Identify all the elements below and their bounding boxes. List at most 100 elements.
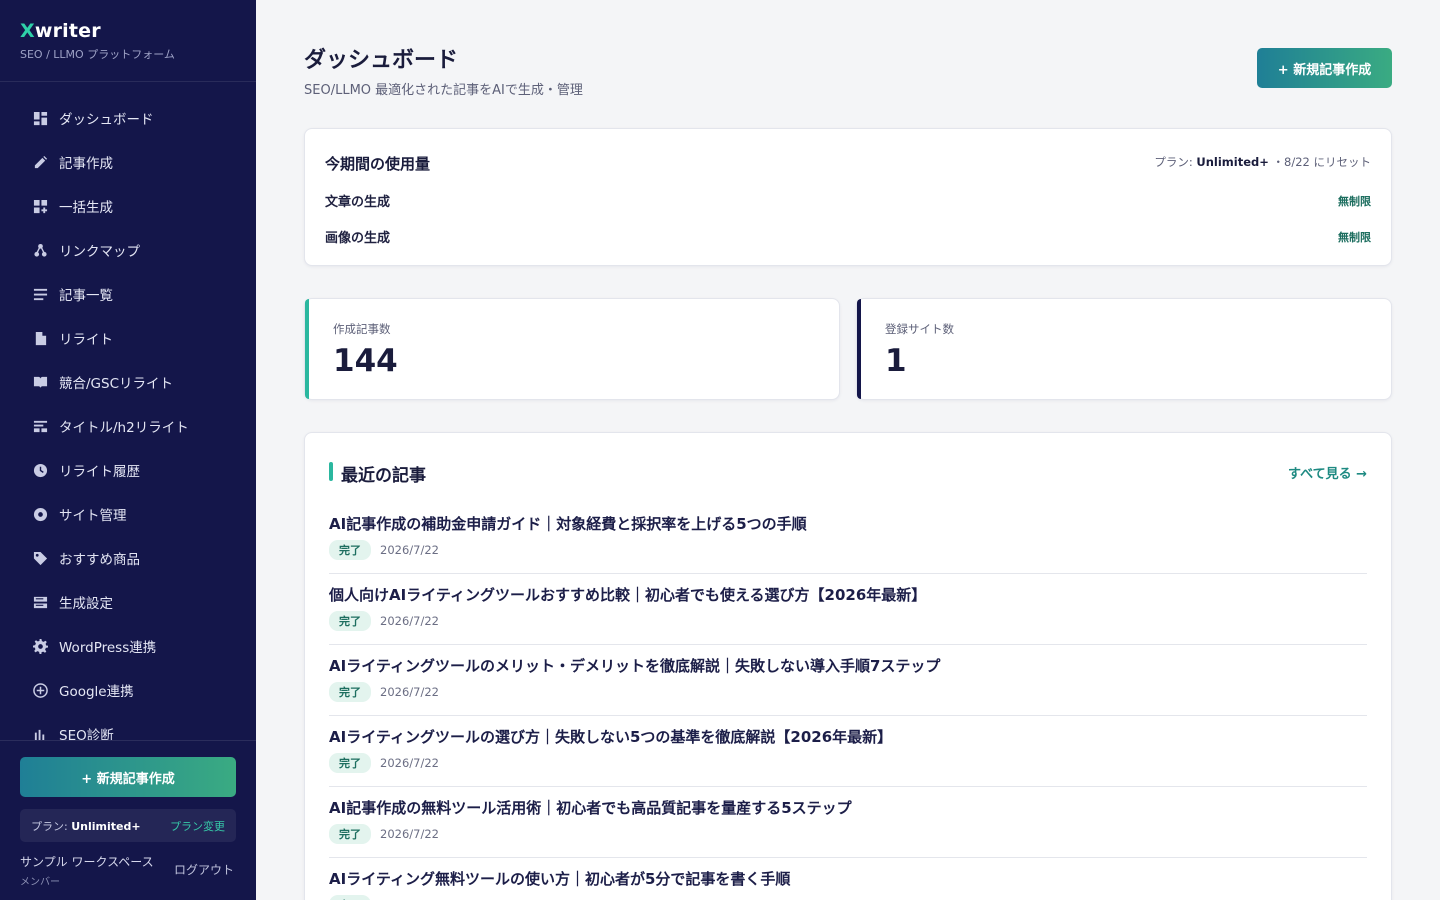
article-meta: 完了2026/7/22 xyxy=(329,611,439,631)
brand-divider xyxy=(0,81,256,82)
plan-box: プラン: Unlimited+ プラン変更 xyxy=(20,809,236,842)
sidebar-item-label: タイトル/h2リライト xyxy=(59,420,189,436)
brand-name-prefix: X xyxy=(20,20,35,42)
article-title[interactable]: 個人向けAIライティングツールおすすめ比較｜初心者でも使える選び方【2026年最… xyxy=(329,584,926,605)
article-title[interactable]: AIライティングツールのメリット・デメリットを徹底解説｜失敗しない導入手順7ステ… xyxy=(329,655,940,676)
list-icon xyxy=(33,287,48,302)
sidebar-item-document[interactable]: リライト xyxy=(20,316,240,360)
usage-plan-info: プラン: Unlimited+ ・8/22 にリセット xyxy=(1154,154,1371,170)
logout-button[interactable]: ログアウト xyxy=(174,861,234,878)
brand-name: Xwriter xyxy=(20,20,175,42)
new-article-button[interactable]: + 新規記事作成 xyxy=(1257,48,1392,88)
brand-subtitle: SEO / LLMO プラットフォーム xyxy=(20,48,175,61)
sidebar-item-link-map[interactable]: リンクマップ xyxy=(20,228,240,272)
document-icon xyxy=(33,331,48,346)
status-badge: 完了 xyxy=(329,611,371,631)
status-badge: 完了 xyxy=(329,895,371,900)
plan-name: Unlimited+ xyxy=(71,819,141,833)
stat-value: 1 xyxy=(885,343,907,379)
sidebar-item-clock[interactable]: リライト履歴 xyxy=(20,448,240,492)
plan-info: プラン: Unlimited+ xyxy=(31,818,141,834)
sidebar-new-article-button[interactable]: + 新規記事作成 xyxy=(20,757,236,797)
article-date: 2026/7/22 xyxy=(380,543,439,557)
article-row[interactable]: AIライティングツールの選び方｜失敗しない5つの基準を徹底解説【2026年最新】… xyxy=(329,716,1367,787)
usage-title: 今期間の使用量 xyxy=(325,155,431,173)
status-badge: 完了 xyxy=(329,753,371,773)
book-icon xyxy=(33,375,48,390)
recent-articles-card: 最近の記事 すべて見る → AI記事作成の補助金申請ガイド｜対象経費と採択率を上… xyxy=(304,432,1392,900)
sidebar-item-book[interactable]: 競合/GSCリライト xyxy=(20,360,240,404)
page-title: ダッシュボード xyxy=(304,48,459,73)
plus-circle-icon xyxy=(33,682,48,698)
sidebar-item-label: ダッシュボード xyxy=(59,112,154,128)
article-meta: 完了2026/7/22 xyxy=(329,895,439,900)
article-row[interactable]: AI記事作成の無料ツール活用術｜初心者でも高品質記事を量産する5ステップ 完了 20… xyxy=(329,787,1367,858)
article-title[interactable]: AI記事作成の補助金申請ガイド｜対象経費と採択率を上げる5つの手順 xyxy=(329,513,807,534)
article-date: 2026/7/22 xyxy=(380,827,439,841)
sidebar-item-gear[interactable]: WordPress連携 xyxy=(20,624,240,668)
sidebar-item-label: 生成設定 xyxy=(59,596,113,612)
article-title[interactable]: AI記事作成の無料ツール活用術｜初心者でも高品質記事を量産する5ステップ xyxy=(329,797,852,818)
grid-add-icon xyxy=(33,199,48,214)
link-map-icon xyxy=(33,243,48,258)
article-title[interactable]: AIライティング無料ツールの使い方｜初心者が5分で記事を書く手順 xyxy=(329,868,790,889)
sidebar-item-globe[interactable]: サイト管理 xyxy=(20,492,240,536)
globe-icon xyxy=(33,507,48,522)
usage-label: 文章の生成 xyxy=(325,195,391,210)
sidebar-item-label: リライト履歴 xyxy=(59,464,140,480)
sidebar-item-pencil[interactable]: 記事作成 xyxy=(20,140,240,184)
article-meta: 完了 2026/7/22 xyxy=(329,824,439,844)
article-title[interactable]: AIライティングツールの選び方｜失敗しない5つの基準を徹底解説【2026年最新】 xyxy=(329,726,892,747)
sidebar-item-list[interactable]: 記事一覧 xyxy=(20,272,240,316)
pencil-icon xyxy=(33,155,48,170)
sidebar-item-label: 競合/GSCリライト xyxy=(59,376,174,392)
article-row[interactable]: AI記事作成の補助金申請ガイド｜対象経費と採択率を上げる5つの手順 完了 2026/… xyxy=(329,503,1367,574)
article-row[interactable]: AIライティングツールのメリット・デメリットを徹底解説｜失敗しない導入手順7ステ… xyxy=(329,645,1367,716)
article-date: 2026/7/22 xyxy=(380,756,439,770)
tag-icon xyxy=(33,551,48,566)
sidebar-item-tag[interactable]: おすすめ商品 xyxy=(20,536,240,580)
status-badge: 完了 xyxy=(329,540,371,560)
sidebar: Xwriter SEO / LLMO プラットフォーム ダッシュボード 記事作成一… xyxy=(0,0,256,900)
sidebar-item-label: 記事作成 xyxy=(59,156,113,172)
usage-row-image: 画像の生成 無制限 xyxy=(325,227,1371,247)
article-row[interactable]: AIライティング無料ツールの使い方｜初心者が5分で記事を書く手順完了2026/7… xyxy=(329,858,1367,900)
section-accent-bar xyxy=(329,462,333,481)
page-subtitle: SEO/LLMO 最適化された記事をAIで生成・管理 xyxy=(304,83,583,98)
usage-value: 無制限 xyxy=(1338,230,1371,244)
article-meta: 完了 2026/7/22 xyxy=(329,682,439,702)
see-all-link[interactable]: すべて見る → xyxy=(1288,463,1367,482)
usage-plan-name: Unlimited+ xyxy=(1196,155,1269,169)
sidebar-item-grid-add[interactable]: 一括生成 xyxy=(20,184,240,228)
sidebar-item-bar-chart[interactable]: SEO診断 xyxy=(20,712,240,740)
sidebar-item-label: リライト xyxy=(59,332,113,348)
usage-label: 画像の生成 xyxy=(325,231,391,246)
sidebar-item-plus-circle[interactable]: Google連携 xyxy=(20,668,240,712)
storage-icon xyxy=(33,595,48,610)
plan-prefix: プラン: xyxy=(31,819,72,833)
status-badge: 完了 xyxy=(329,682,371,702)
dashboard-icon xyxy=(33,111,48,126)
workspace-name: サンプル ワークスペース xyxy=(20,855,154,869)
sidebar-item-title[interactable]: タイトル/h2リライト xyxy=(20,404,240,448)
status-badge: 完了 xyxy=(329,824,371,844)
brand[interactable]: Xwriter SEO / LLMO プラットフォーム xyxy=(20,20,175,62)
plan-change-link[interactable]: プラン変更 xyxy=(170,818,225,834)
usage-row-text: 文章の生成 無制限 xyxy=(325,191,1371,211)
article-date: 2026/7/22 xyxy=(380,685,439,699)
sidebar-bottom-divider xyxy=(0,740,256,741)
article-row[interactable]: 個人向けAIライティングツールおすすめ比較｜初心者でも使える選び方【2026年最… xyxy=(329,574,1367,645)
sidebar-item-storage[interactable]: 生成設定 xyxy=(20,580,240,624)
clock-icon xyxy=(33,463,48,478)
sidebar-item-dashboard[interactable]: ダッシュボード xyxy=(20,96,240,140)
usage-plan-prefix: プラン: xyxy=(1154,155,1197,169)
title-icon xyxy=(33,419,48,434)
stat-label: 登録サイト数 xyxy=(885,322,954,336)
usage-reset-text: ・8/22 にリセット xyxy=(1268,155,1372,169)
stat-card-articles: 作成記事数 144 xyxy=(304,298,840,400)
stat-value: 144 xyxy=(333,343,398,379)
sidebar-item-label: リンクマップ xyxy=(59,244,140,260)
sidebar-item-label: Google連携 xyxy=(59,684,134,700)
article-meta: 完了 2026/7/22 xyxy=(329,753,439,773)
stat-accent xyxy=(857,299,861,399)
